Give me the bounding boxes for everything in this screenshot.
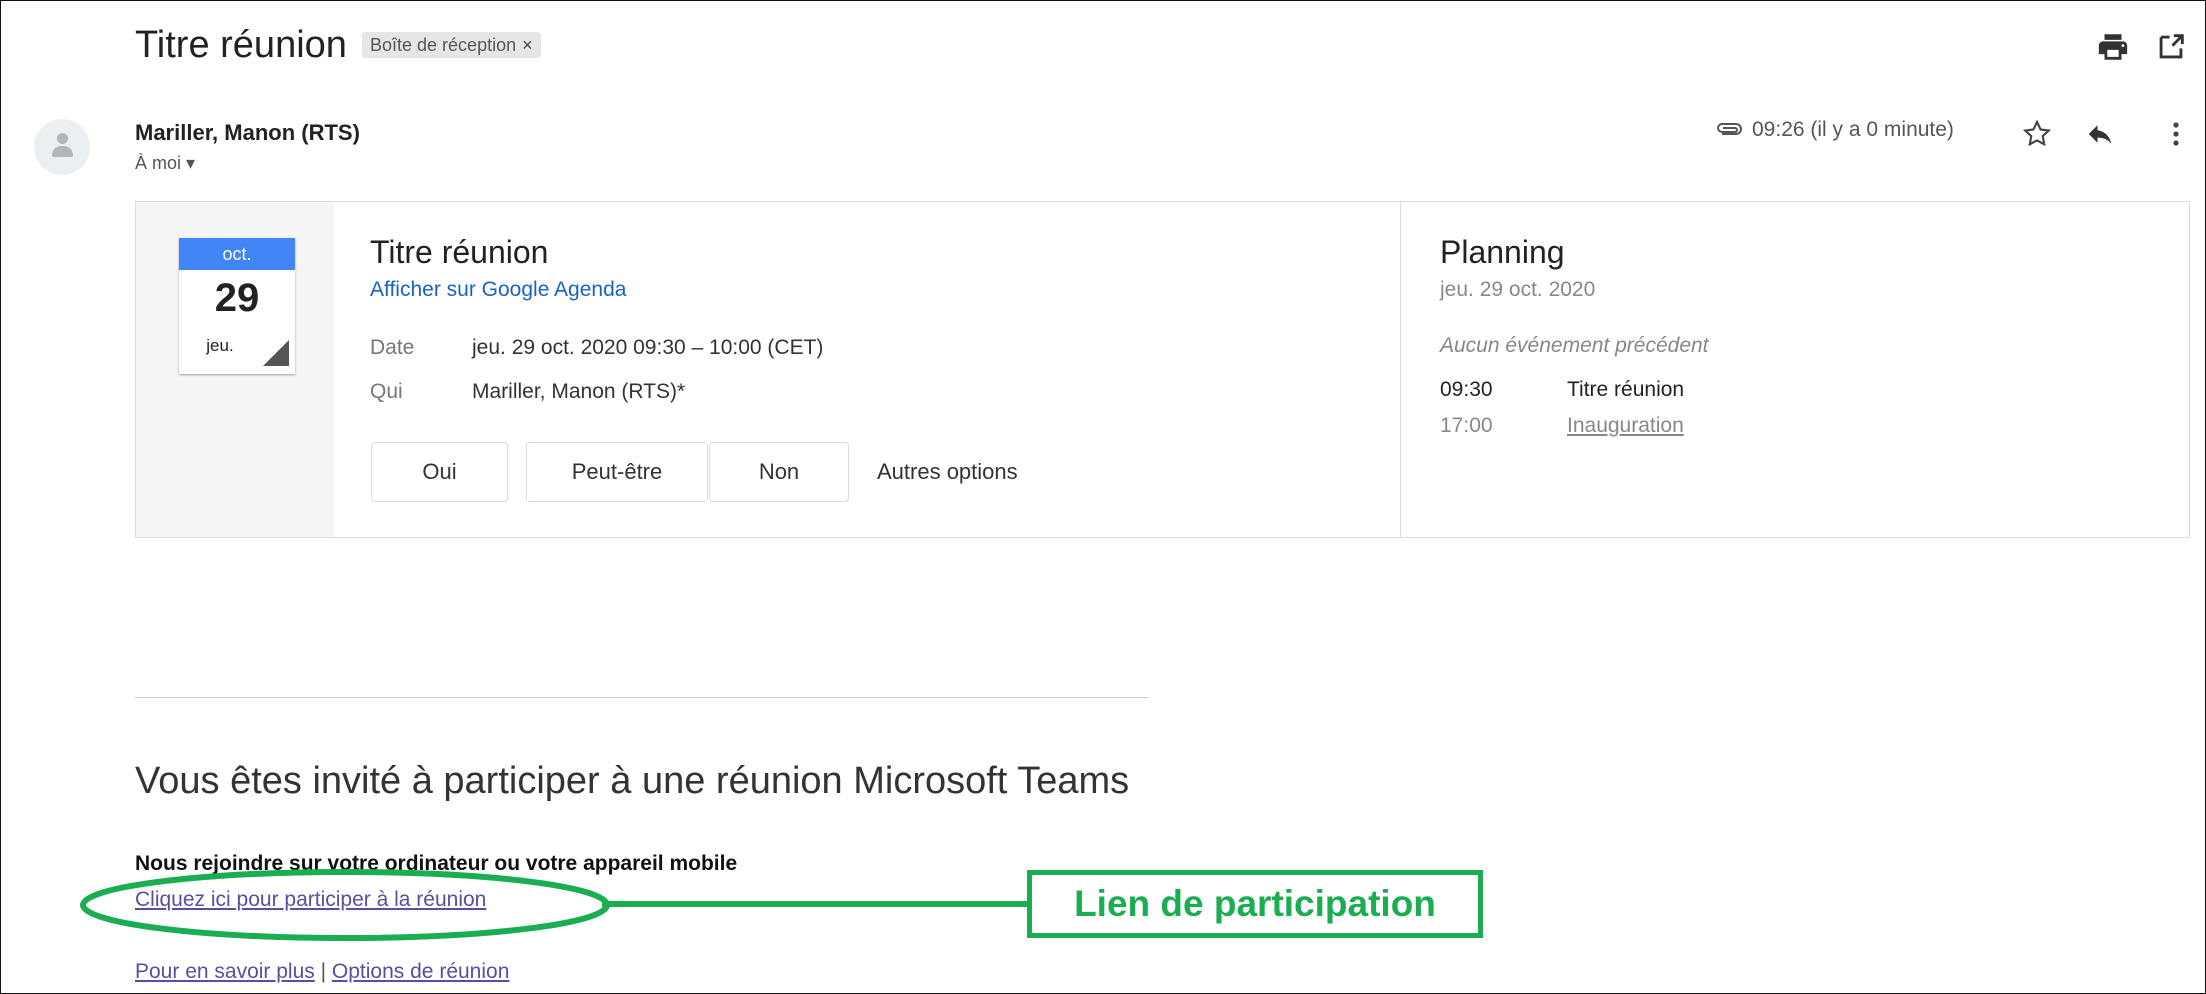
rsvp-yes-button[interactable]: Oui [371, 442, 508, 502]
learn-more-link[interactable]: Pour en savoir plus [135, 960, 315, 983]
planning-event-title: Titre réunion [1567, 378, 1685, 401]
chevron-down-icon: ▾ [186, 153, 196, 173]
planning-event-link[interactable]: Inauguration [1567, 414, 1684, 438]
link-separator: | [320, 960, 327, 983]
teams-invite-heading: Vous êtes invité à participer à une réun… [135, 760, 1130, 802]
paperclip-icon [1716, 119, 1742, 142]
meeting-options-link[interactable]: Options de réunion [332, 960, 509, 983]
reply-icon[interactable] [2083, 119, 2117, 149]
calendar-month: oct. [179, 238, 295, 270]
more-vertical-icon[interactable] [2166, 118, 2186, 150]
planning-event-time: 09:30 [1440, 378, 1493, 401]
date-label: Date [370, 336, 415, 359]
email-subject: Titre réunion [135, 24, 347, 66]
avatar-head [57, 133, 68, 144]
print-icon[interactable] [2096, 30, 2130, 64]
inbox-label-text: Boîte de réception [370, 35, 517, 55]
recipient-text: À moi [135, 153, 182, 173]
view-in-google-calendar-link[interactable]: Afficher sur Google Agenda [370, 278, 626, 302]
annotation-callout-label: Lien de participation [1027, 870, 1483, 938]
sender-name[interactable]: Mariller, Manon (RTS) [135, 120, 360, 146]
calendar-day: 29 [214, 276, 260, 320]
invite-card-divider [1400, 202, 1401, 537]
inbox-label-chip[interactable]: Boîte de réception × [362, 32, 541, 58]
body-separator [135, 697, 1148, 698]
date-value: jeu. 29 oct. 2020 09:30 – 10:00 (CET) [472, 336, 824, 359]
star-icon[interactable] [2021, 118, 2053, 150]
timestamp-text: 09:26 (il y a 0 minute) [1752, 118, 1954, 141]
planning-title: Planning [1440, 234, 1565, 270]
remove-label-icon[interactable]: × [522, 35, 533, 55]
message-timestamp: 09:26 (il y a 0 minute) [1716, 118, 1954, 142]
rsvp-maybe-button[interactable]: Peut-être [526, 442, 708, 502]
calendar-page-fold-icon [263, 340, 289, 366]
rsvp-no-button[interactable]: Non [709, 442, 849, 502]
who-value: Mariller, Manon (RTS)* [472, 380, 686, 403]
event-title: Titre réunion [370, 234, 549, 270]
calendar-weekday: jeu. [206, 336, 234, 355]
join-meeting-link[interactable]: Cliquez ici pour participer à la réunion [135, 888, 486, 912]
recipient-toggle[interactable]: À moi ▾ [135, 153, 195, 174]
who-label: Qui [370, 380, 403, 403]
more-options-button[interactable]: Autres options [877, 442, 1018, 502]
no-previous-event: Aucun événement précédent [1440, 334, 1709, 357]
join-heading: Nous rejoindre sur votre ordinateur ou v… [135, 852, 738, 875]
calendar-date-tile: oct. 29 jeu. [179, 238, 295, 374]
open-in-new-window-icon[interactable] [2154, 30, 2188, 64]
planning-event-time: 17:00 [1440, 414, 1493, 437]
planning-date: jeu. 29 oct. 2020 [1440, 278, 1596, 301]
sender-avatar [34, 119, 90, 175]
avatar-body [52, 146, 73, 157]
footer-links: Pour en savoir plus | Options de réunion [135, 960, 509, 984]
